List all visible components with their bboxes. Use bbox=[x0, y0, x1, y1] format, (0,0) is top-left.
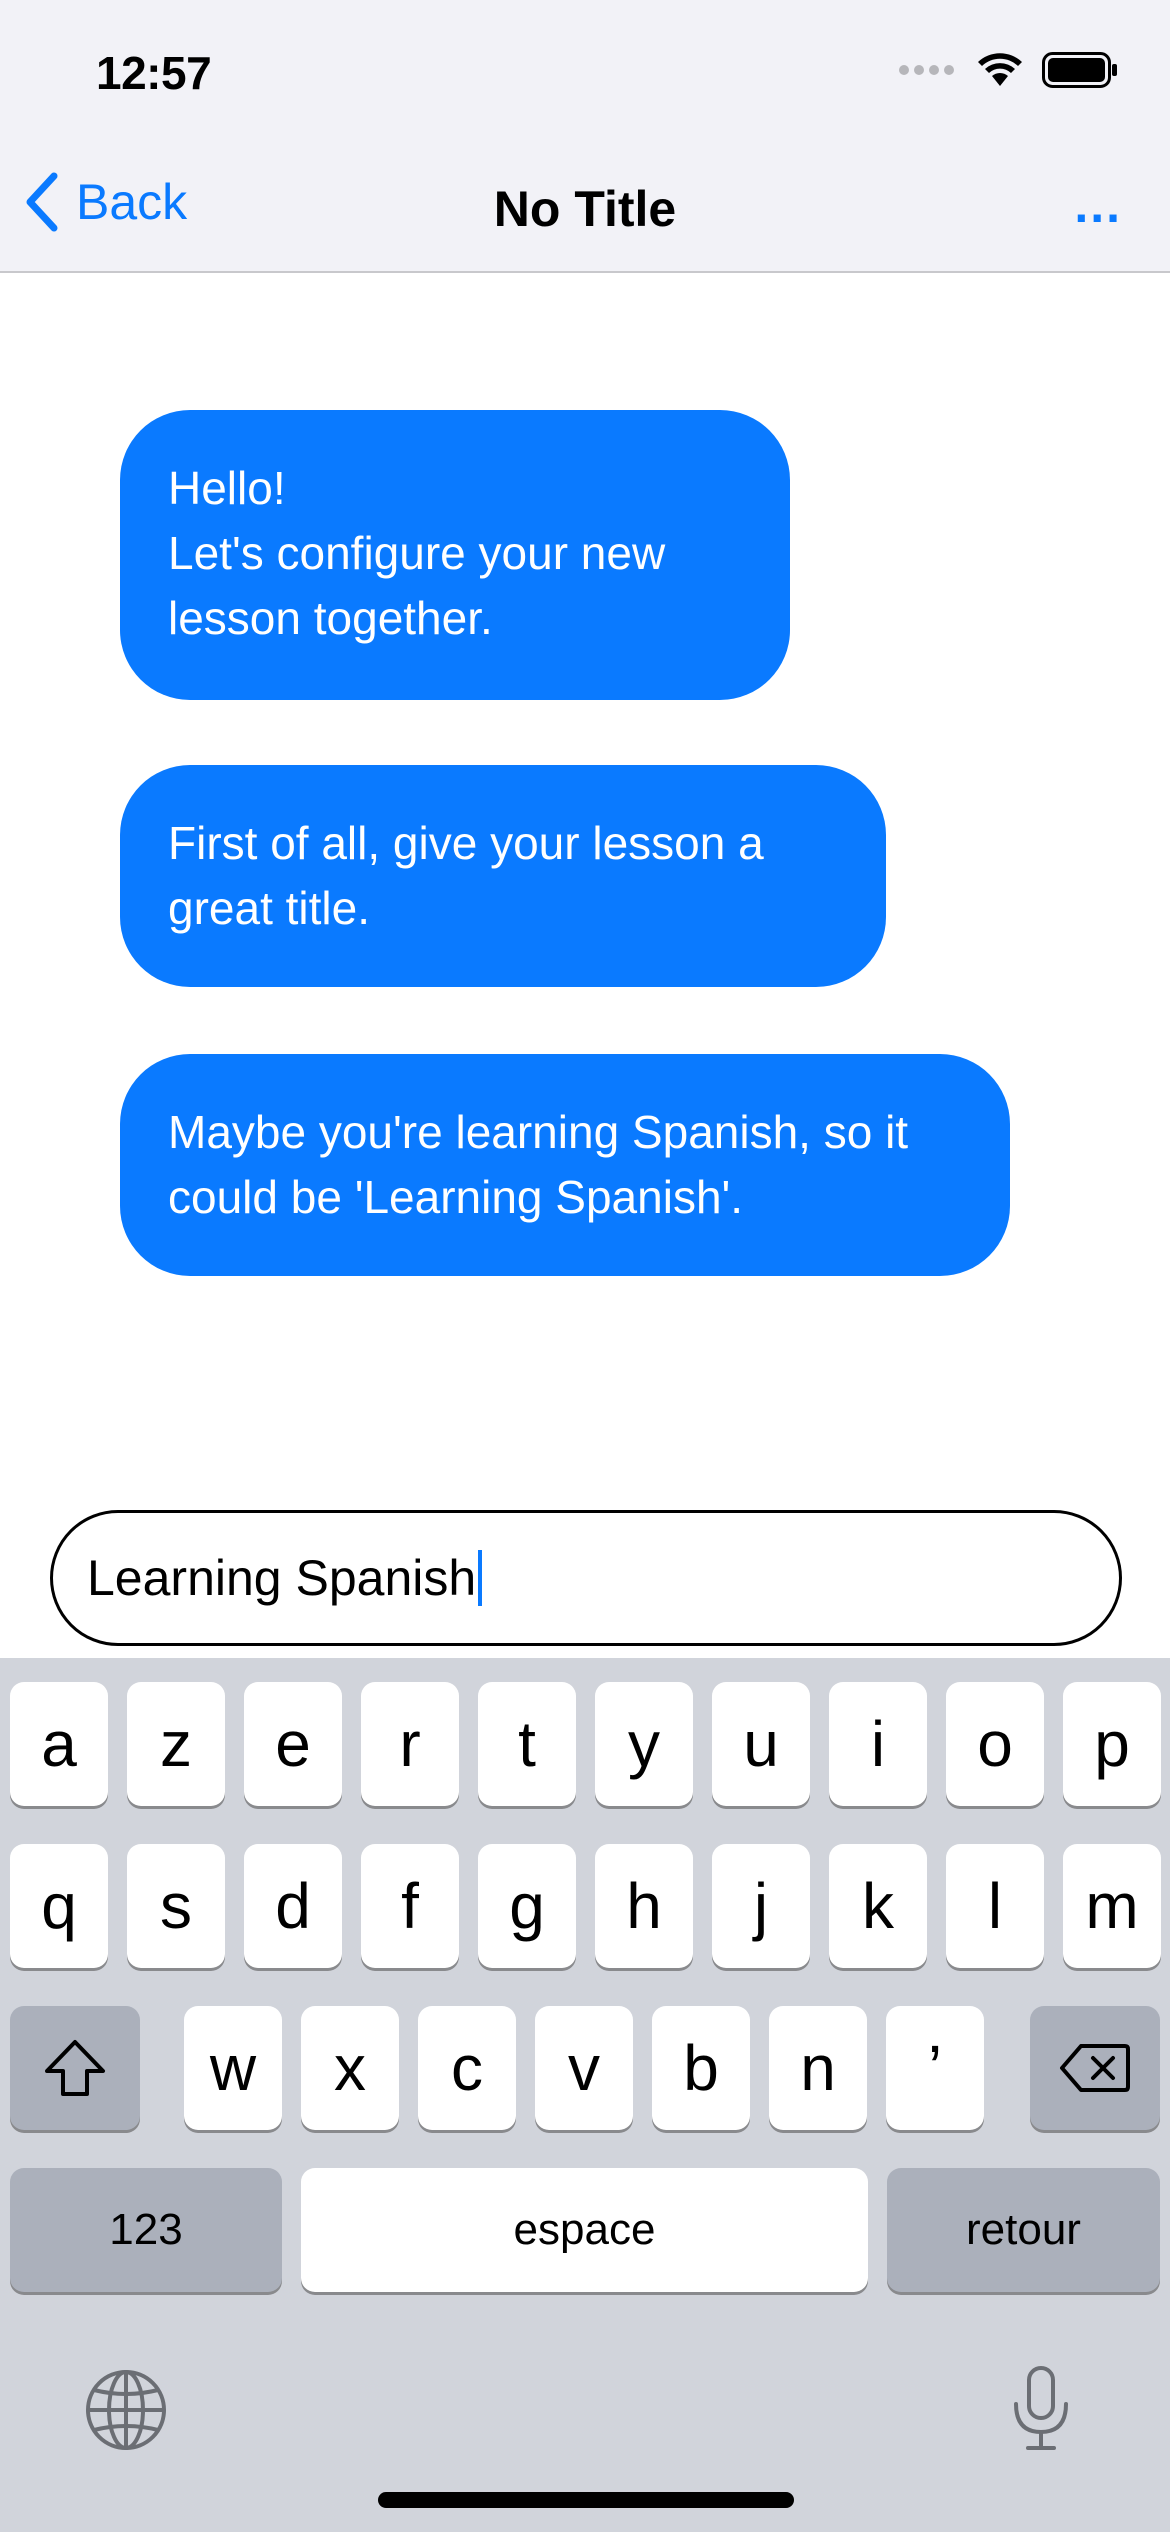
key-d[interactable]: d bbox=[244, 1844, 342, 1968]
key-y[interactable]: y bbox=[595, 1682, 693, 1806]
key-t[interactable]: t bbox=[478, 1682, 576, 1806]
key-n[interactable]: n bbox=[769, 2006, 867, 2130]
key-b[interactable]: b bbox=[652, 2006, 750, 2130]
text-cursor bbox=[478, 1550, 483, 1606]
key-q[interactable]: q bbox=[10, 1844, 108, 1968]
delete-key[interactable] bbox=[1030, 2006, 1160, 2130]
key-g[interactable]: g bbox=[478, 1844, 576, 1968]
cellular-signal-icon bbox=[899, 65, 954, 75]
chat-bubble: First of all, give your lesson a great t… bbox=[120, 765, 886, 987]
backspace-icon bbox=[1060, 2044, 1130, 2092]
title-input[interactable]: Learning Spanish bbox=[50, 1510, 1122, 1646]
key-w[interactable]: w bbox=[184, 2006, 282, 2130]
shift-arrow-icon bbox=[45, 2040, 105, 2096]
home-indicator[interactable] bbox=[378, 2492, 794, 2508]
keyboard: a z e r t y u i o p q s d f g h j k l m … bbox=[0, 1658, 1170, 2532]
key-z[interactable]: z bbox=[127, 1682, 225, 1806]
key-m[interactable]: m bbox=[1063, 1844, 1161, 1968]
key-h[interactable]: h bbox=[595, 1844, 693, 1968]
input-value: Learning Spanish bbox=[87, 1550, 477, 1606]
chat-bubble: Maybe you're learning Spanish, so it cou… bbox=[120, 1054, 1010, 1276]
more-options-button[interactable]: ... bbox=[1074, 176, 1122, 234]
key-k[interactable]: k bbox=[829, 1844, 927, 1968]
key-c[interactable]: c bbox=[418, 2006, 516, 2130]
wifi-icon bbox=[978, 53, 1022, 86]
shift-key[interactable] bbox=[10, 2006, 140, 2130]
microphone-icon[interactable] bbox=[1010, 2364, 1072, 2454]
key-e[interactable]: e bbox=[244, 1682, 342, 1806]
return-key[interactable]: retour bbox=[887, 2168, 1160, 2292]
status-icons bbox=[899, 52, 1118, 88]
key-o[interactable]: o bbox=[946, 1682, 1044, 1806]
key-v[interactable]: v bbox=[535, 2006, 633, 2130]
key-i[interactable]: i bbox=[829, 1682, 927, 1806]
key-apostrophe[interactable]: ’ bbox=[886, 2006, 984, 2130]
page-title: No Title bbox=[493, 181, 677, 237]
key-l[interactable]: l bbox=[946, 1844, 1044, 1968]
key-j[interactable]: j bbox=[712, 1844, 810, 1968]
key-x[interactable]: x bbox=[301, 2006, 399, 2130]
navigation-bar: 12:57 Back No Title ... bbox=[0, 0, 1170, 273]
key-r[interactable]: r bbox=[361, 1682, 459, 1806]
chat-bubble: Hello! Let's configure your new lesson t… bbox=[120, 410, 790, 700]
key-s[interactable]: s bbox=[127, 1844, 225, 1968]
globe-icon[interactable] bbox=[84, 2368, 168, 2452]
battery-icon bbox=[1042, 52, 1117, 88]
key-p[interactable]: p bbox=[1063, 1682, 1161, 1806]
status-time: 12:57 bbox=[96, 47, 212, 99]
numbers-key[interactable]: 123 bbox=[10, 2168, 282, 2292]
space-key[interactable]: espace bbox=[301, 2168, 868, 2292]
key-f[interactable]: f bbox=[361, 1844, 459, 1968]
key-u[interactable]: u bbox=[712, 1682, 810, 1806]
key-a[interactable]: a bbox=[10, 1682, 108, 1806]
